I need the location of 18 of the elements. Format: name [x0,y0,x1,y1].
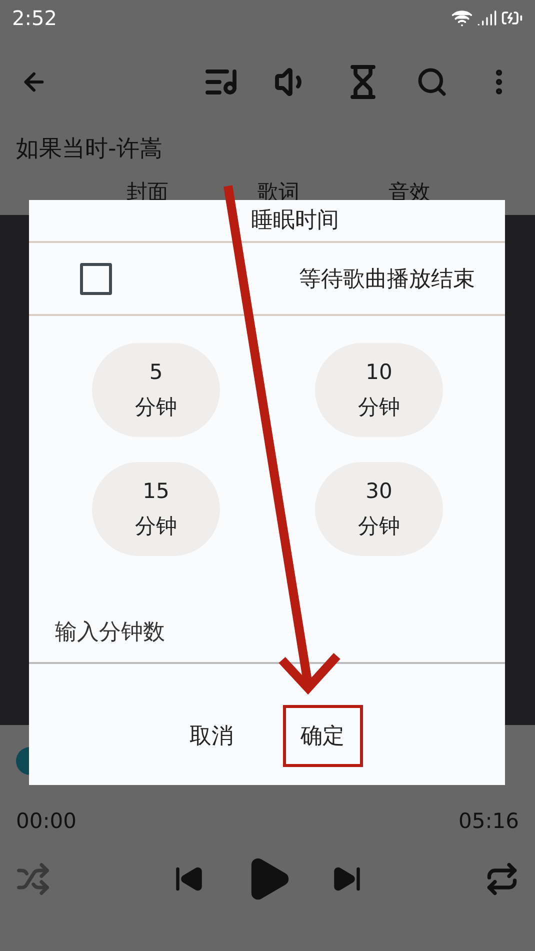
preset-button[interactable]: 15 分钟 [92,462,220,556]
checkbox[interactable] [80,262,112,294]
shuffle-icon[interactable] [16,862,50,896]
checkbox-label: 等待歌曲播放结束 [299,266,475,294]
dialog-button[interactable]: 取消 [172,705,252,767]
preset-button[interactable]: 30 分钟 [315,462,443,556]
preset-button[interactable]: 5 分钟 [92,343,220,437]
elapsed-time: 00:00 [16,809,77,833]
signal-icon [477,8,497,28]
total-time: 05:16 [458,809,519,833]
minutes-field[interactable]: 输入分钟数 [29,602,505,664]
dialog-button[interactable]: 确定 [282,705,362,767]
repeat-icon[interactable] [485,862,519,896]
song-title: 如果当时-许嵩 [15,135,164,164]
dialog-title: 睡眠时间 [29,200,505,243]
status-time: 2:52 [12,6,57,30]
preset-button[interactable]: 10 分钟 [315,343,443,437]
search-icon[interactable] [416,66,448,98]
